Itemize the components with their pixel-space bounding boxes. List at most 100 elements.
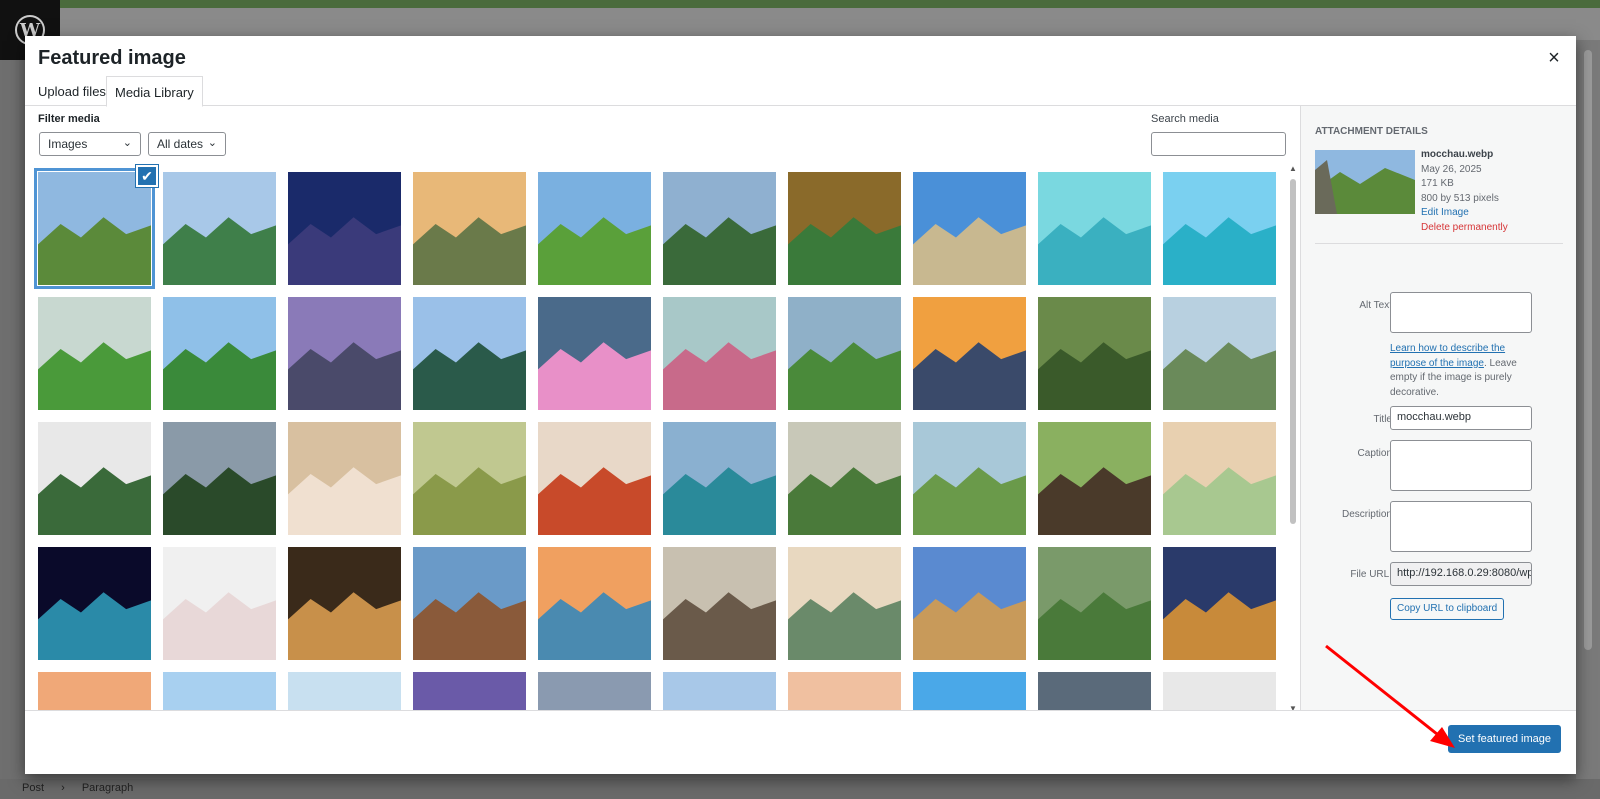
media-thumbnail[interactable]: [413, 672, 526, 711]
media-thumbnail[interactable]: [1163, 672, 1276, 711]
media-thumbnail[interactable]: [34, 168, 155, 289]
file-url-field[interactable]: http://192.168.0.29:8080/wp: [1390, 562, 1532, 586]
media-type-value: Images: [48, 137, 88, 151]
caption-label: Caption: [1357, 448, 1392, 459]
title-field[interactable]: mocchau.webp: [1390, 406, 1532, 430]
media-thumbnail[interactable]: [663, 672, 776, 711]
media-thumbnail[interactable]: [788, 297, 901, 410]
media-thumbnail[interactable]: [913, 547, 1026, 660]
search-media-input[interactable]: [1151, 132, 1286, 156]
admin-bar: [0, 0, 1600, 8]
media-thumbnail[interactable]: [163, 422, 276, 535]
media-thumbnail[interactable]: [288, 547, 401, 660]
alt-text-help: Learn how to describe the purpose of the…: [1390, 342, 1540, 400]
media-thumbnail[interactable]: [413, 172, 526, 285]
media-thumbnail[interactable]: [288, 672, 401, 711]
media-thumbnail[interactable]: [38, 422, 151, 535]
media-thumbnail[interactable]: [1038, 547, 1151, 660]
page-scrollbar[interactable]: [1576, 40, 1600, 780]
caption-field[interactable]: [1390, 440, 1532, 491]
media-thumbnail[interactable]: [663, 297, 776, 410]
alt-text-label: Alt Text: [1359, 300, 1392, 311]
attachment-info: mocchau.webp May 26, 2025 171 KB 800 by …: [1421, 148, 1508, 235]
edit-image-link[interactable]: Edit Image: [1421, 206, 1508, 221]
modal-title: Featured image: [38, 47, 186, 69]
media-thumbnail[interactable]: [163, 172, 276, 285]
delete-permanently-link[interactable]: Delete permanently: [1421, 221, 1508, 236]
media-thumbnail[interactable]: [288, 297, 401, 410]
media-thumbnail[interactable]: [413, 547, 526, 660]
tab-media-library[interactable]: Media Library: [106, 76, 203, 107]
description-field[interactable]: [1390, 501, 1532, 552]
media-thumbnail[interactable]: [1038, 172, 1151, 285]
media-thumbnail[interactable]: [38, 297, 151, 410]
attachment-preview-image: [1315, 150, 1415, 214]
media-thumbnail[interactable]: [413, 422, 526, 535]
filter-media-label: Filter media: [38, 113, 100, 125]
editor-breadcrumb: Post › Paragraph: [0, 779, 1600, 799]
media-grid: [25, 166, 1290, 711]
media-thumbnail[interactable]: [163, 547, 276, 660]
media-thumbnail[interactable]: [163, 297, 276, 410]
media-thumbnail[interactable]: [538, 297, 651, 410]
media-thumbnail[interactable]: [663, 172, 776, 285]
attachment-size: 171 KB: [1421, 178, 1454, 189]
media-thumbnail[interactable]: [1038, 422, 1151, 535]
media-thumbnail[interactable]: [538, 172, 651, 285]
date-filter-select[interactable]: All dates ⌄: [148, 132, 226, 156]
grid-scroll-thumb[interactable]: [1290, 179, 1296, 524]
media-thumbnail[interactable]: [788, 172, 901, 285]
tab-upload-files[interactable]: Upload files: [30, 76, 114, 106]
date-filter-value: All dates: [157, 137, 204, 151]
chevron-down-icon: ⌄: [122, 137, 132, 149]
attachment-details-heading: Attachment details: [1315, 126, 1428, 137]
media-thumbnail[interactable]: [538, 547, 651, 660]
selected-check-icon[interactable]: ✔: [136, 165, 158, 187]
media-thumbnail[interactable]: [663, 422, 776, 535]
media-thumbnail[interactable]: [538, 672, 651, 711]
media-thumbnail[interactable]: [38, 547, 151, 660]
search-media-label: Search media: [1151, 113, 1219, 125]
media-thumbnail[interactable]: [913, 172, 1026, 285]
media-thumbnail[interactable]: [663, 547, 776, 660]
attachment-date: May 26, 2025: [1421, 163, 1482, 175]
media-thumbnail[interactable]: [38, 672, 151, 711]
attachment-dimensions: 800 by 513 pixels: [1421, 192, 1499, 204]
media-thumbnail[interactable]: [288, 422, 401, 535]
breadcrumb-separator-icon: ›: [61, 782, 65, 794]
media-thumbnail[interactable]: [913, 297, 1026, 410]
breadcrumb-paragraph[interactable]: Paragraph: [82, 782, 133, 794]
modal-footer: Set featured image: [25, 710, 1576, 774]
grid-scrollbar[interactable]: ▲ ▼: [1289, 164, 1297, 713]
media-thumbnail[interactable]: [1038, 672, 1151, 711]
chevron-down-icon: ⌄: [207, 137, 217, 149]
featured-image-modal: Featured image × Upload files Media Libr…: [25, 36, 1576, 774]
file-url-label: File URL:: [1350, 569, 1392, 580]
attachment-details-panel: Attachment details mocchau.webp May 26, …: [1300, 106, 1576, 710]
attachment-filename: mocchau.webp: [1421, 149, 1494, 160]
media-thumbnail[interactable]: [913, 672, 1026, 711]
media-thumbnail[interactable]: [163, 672, 276, 711]
copy-url-button[interactable]: Copy URL to clipboard: [1390, 598, 1505, 620]
divider: [1315, 243, 1563, 244]
media-type-select[interactable]: Images ⌄: [39, 132, 141, 156]
media-thumbnail[interactable]: [1163, 547, 1276, 660]
media-thumbnail[interactable]: [1038, 297, 1151, 410]
media-thumbnail[interactable]: [788, 672, 901, 711]
breadcrumb-post[interactable]: Post: [22, 782, 44, 794]
set-featured-image-button[interactable]: Set featured image: [1448, 725, 1561, 753]
media-thumbnail[interactable]: [788, 422, 901, 535]
description-label: Description: [1341, 509, 1392, 520]
alt-text-field[interactable]: [1390, 292, 1532, 333]
media-thumbnail[interactable]: [288, 172, 401, 285]
media-thumbnail[interactable]: [913, 422, 1026, 535]
media-thumbnail[interactable]: [538, 422, 651, 535]
scroll-up-icon[interactable]: ▲: [1289, 164, 1297, 173]
media-thumbnail[interactable]: [788, 547, 901, 660]
media-tabs: Upload files Media Library: [25, 76, 1576, 107]
media-thumbnail[interactable]: [1163, 422, 1276, 535]
media-thumbnail[interactable]: [1163, 297, 1276, 410]
media-thumbnail[interactable]: [413, 297, 526, 410]
media-thumbnail[interactable]: [1163, 172, 1276, 285]
close-icon[interactable]: ×: [1542, 46, 1566, 70]
